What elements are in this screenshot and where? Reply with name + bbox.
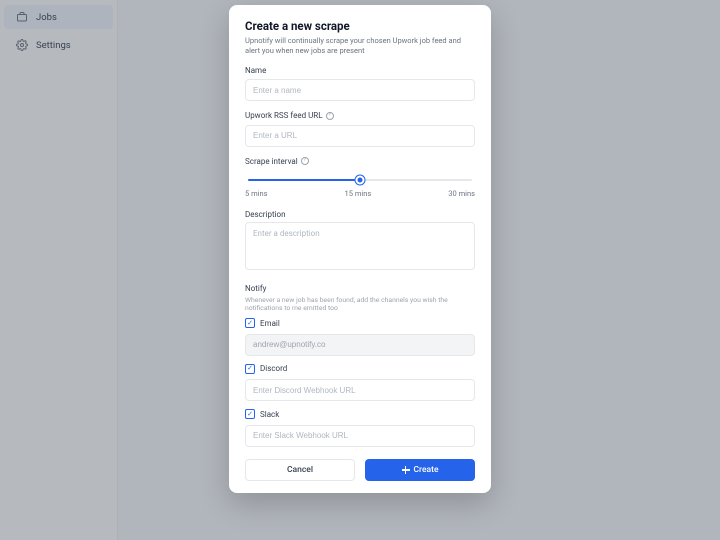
cancel-button[interactable]: Cancel (245, 459, 355, 481)
notify-label: Notify (245, 284, 475, 293)
slack-checkbox[interactable]: ✓ (245, 409, 255, 419)
slack-input[interactable] (245, 425, 475, 447)
slider-fill (248, 179, 360, 181)
interval-label: Scrape interval ? (245, 157, 475, 166)
help-icon[interactable]: ? (301, 157, 309, 165)
url-input[interactable] (245, 125, 475, 147)
interval-slider[interactable] (248, 179, 472, 181)
slider-max-label: 30 mins (448, 189, 475, 198)
notify-help-text: Whenever a new job has been found, add t… (245, 296, 475, 313)
email-label: Email (260, 319, 280, 328)
plus-icon (402, 466, 410, 474)
email-checkbox[interactable]: ✓ (245, 318, 255, 328)
url-label: Upwork RSS feed URL ? (245, 111, 475, 120)
create-button[interactable]: Create (365, 459, 475, 481)
name-label: Name (245, 66, 475, 75)
create-scrape-modal: Create a new scrape Upnotify will contin… (229, 5, 491, 493)
modal-title: Create a new scrape (245, 19, 475, 33)
modal-subtitle: Upnotify will continually scrape your ch… (245, 36, 475, 56)
slider-mid-label: 15 mins (345, 189, 372, 198)
email-input (245, 334, 475, 356)
discord-input[interactable] (245, 379, 475, 401)
slider-thumb[interactable] (356, 175, 365, 184)
discord-label: Discord (260, 364, 287, 373)
help-icon[interactable]: ? (326, 112, 334, 120)
description-label: Description (245, 210, 475, 219)
slack-label: Slack (260, 410, 279, 419)
description-textarea[interactable] (245, 222, 475, 270)
discord-checkbox[interactable]: ✓ (245, 364, 255, 374)
name-input[interactable] (245, 79, 475, 101)
slider-min-label: 5 mins (245, 189, 268, 198)
